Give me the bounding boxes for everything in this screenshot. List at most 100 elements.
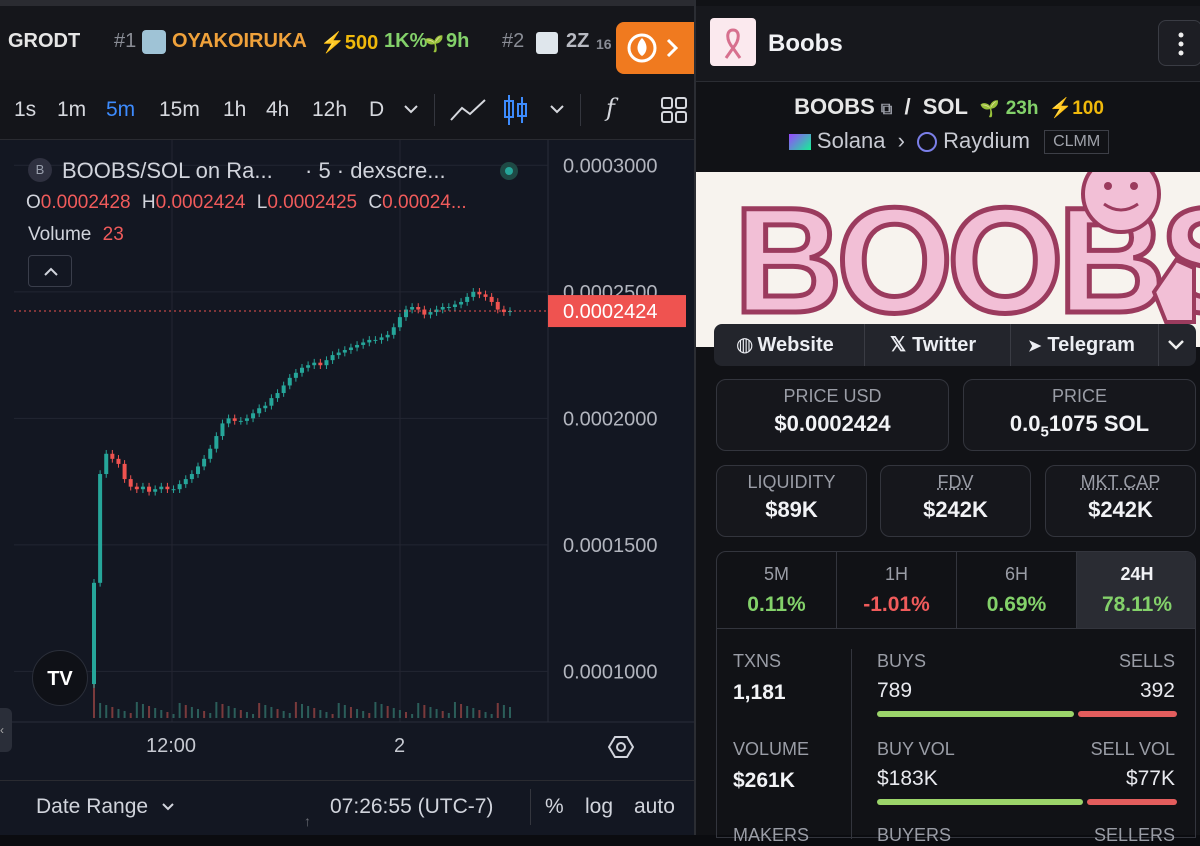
volume-bar bbox=[190, 707, 193, 718]
mcap-label[interactable]: MKT CAP bbox=[1046, 472, 1195, 493]
candle-body bbox=[477, 291, 482, 295]
tab-change-1h[interactable]: 1H -1.01% bbox=[837, 552, 957, 628]
interval-1m[interactable]: 1m bbox=[57, 98, 86, 122]
log-toggle[interactable]: log bbox=[585, 795, 613, 819]
candle-body bbox=[104, 453, 109, 475]
change-label: 5M bbox=[763, 564, 789, 584]
pair-separator: / bbox=[904, 94, 911, 119]
buys-label: BUYS bbox=[877, 651, 927, 671]
tradingview-logo[interactable]: TV bbox=[32, 650, 88, 706]
change-value: 78.11% bbox=[1101, 593, 1173, 616]
price-chart[interactable]: 0.0003000 0.0002500 0.0002000 0.0001500 0.00… bbox=[0, 140, 694, 780]
tab-change-5m[interactable]: 5M 0.11% bbox=[717, 552, 837, 628]
chevron-down-icon[interactable] bbox=[160, 799, 176, 815]
chevron-down-icon[interactable] bbox=[1166, 336, 1186, 354]
candle-body bbox=[428, 312, 433, 315]
candle-body bbox=[214, 436, 219, 449]
trending-fire-button[interactable] bbox=[616, 22, 694, 74]
expand-left-handle[interactable]: ‹ bbox=[0, 708, 12, 752]
volume-bar bbox=[435, 709, 438, 718]
auto-toggle[interactable]: auto bbox=[634, 795, 675, 819]
candle-body bbox=[446, 307, 451, 309]
txns-label: TXNS bbox=[733, 651, 782, 671]
candle-body bbox=[373, 339, 378, 341]
candle-body bbox=[471, 291, 476, 297]
more-menu-button[interactable] bbox=[1158, 20, 1200, 66]
candle-body bbox=[410, 307, 415, 310]
volume-bar bbox=[411, 714, 414, 718]
settings-hex-icon[interactable] bbox=[608, 734, 634, 760]
telegram-icon: ➤ bbox=[1028, 338, 1042, 355]
bottom-divider bbox=[530, 789, 531, 825]
buy-vol-value: $183K bbox=[877, 767, 938, 790]
interval-4h[interactable]: 4h bbox=[266, 98, 289, 122]
chart-toolbar: 1s 1m 5m 15m 1h 4h 12h D f bbox=[0, 80, 694, 140]
volume-bar bbox=[441, 711, 444, 718]
volume-bar bbox=[99, 703, 102, 718]
volume-bar bbox=[496, 703, 499, 718]
interval-15m[interactable]: 15m bbox=[159, 98, 200, 122]
volume-bar bbox=[166, 712, 169, 718]
candlestick-icon[interactable] bbox=[502, 92, 530, 128]
twitter-link[interactable]: 𝕏 Twitter bbox=[890, 324, 976, 366]
volume-bar bbox=[331, 714, 334, 718]
fdv-label[interactable]: FDV bbox=[881, 472, 1030, 493]
change-value: 0.11% bbox=[747, 593, 806, 616]
candle-body bbox=[183, 479, 188, 485]
mcap-card: MKT CAP $242K bbox=[1045, 465, 1196, 537]
ticker-symbol-2[interactable]: 2Z bbox=[566, 30, 589, 53]
indicators-fx-icon[interactable]: f bbox=[606, 94, 615, 122]
telegram-link[interactable]: ➤ Telegram bbox=[1028, 324, 1135, 366]
website-label: Website bbox=[757, 334, 834, 356]
liquidity-value: $89K bbox=[765, 497, 818, 522]
ticker-symbol-1[interactable]: OYAKOIRUKA bbox=[172, 30, 307, 53]
banner-art: BOOBS bbox=[732, 172, 1200, 347]
clock-time[interactable]: 07:26:55 (UTC-7) bbox=[330, 795, 493, 819]
tab-change-6h[interactable]: 6H 0.69% bbox=[957, 552, 1077, 628]
percent-toggle[interactable]: % bbox=[545, 795, 564, 819]
chevron-down-icon[interactable] bbox=[548, 100, 566, 118]
chain-name[interactable]: Solana bbox=[817, 128, 886, 153]
volume-bar bbox=[197, 709, 199, 718]
candle-body bbox=[134, 486, 139, 490]
volume-bar bbox=[453, 702, 456, 718]
globe-icon: ◍ bbox=[736, 334, 754, 356]
pair-boost[interactable]: ⚡100 bbox=[1049, 98, 1104, 119]
kebab-icon bbox=[1178, 32, 1184, 56]
ohlc-low-label: L bbox=[256, 192, 268, 213]
layout-grid-icon[interactable] bbox=[660, 96, 688, 124]
sell-vol-value: $77K bbox=[1125, 767, 1175, 790]
interval-1h[interactable]: 1h bbox=[223, 98, 246, 122]
interval-5m[interactable]: 5m bbox=[106, 98, 135, 122]
volume-bar bbox=[349, 707, 352, 718]
seedling-icon: 🌱 bbox=[979, 101, 1000, 118]
token-info-panel: Boobs BOOBS ⧉ / SOL 🌱 23h ⚡100 Solana › … bbox=[694, 0, 1200, 845]
collapse-legend-button[interactable] bbox=[28, 255, 72, 287]
arrow-up-icon[interactable]: ↑ bbox=[304, 813, 311, 829]
candle-body bbox=[489, 296, 494, 302]
candle-body bbox=[196, 466, 200, 475]
volume-bar bbox=[509, 707, 511, 718]
volume-bar bbox=[374, 702, 377, 718]
website-link[interactable]: ◍ Website bbox=[736, 324, 834, 366]
interval-1s[interactable]: 1s bbox=[14, 98, 36, 122]
candle-body bbox=[312, 362, 317, 366]
candle-body bbox=[159, 486, 164, 490]
copy-icon[interactable]: ⧉ bbox=[881, 101, 892, 118]
candle-body bbox=[416, 307, 421, 310]
volume-bar bbox=[123, 711, 126, 718]
candle-body bbox=[171, 489, 176, 491]
ticker-symbol-left[interactable]: GRODT bbox=[8, 30, 80, 53]
volume-bar bbox=[356, 709, 359, 718]
interval-12h[interactable]: 12h bbox=[312, 98, 347, 122]
candle-body bbox=[342, 350, 347, 353]
solana-icon bbox=[788, 134, 811, 151]
tab-change-24h[interactable]: 24H 78.11% bbox=[1077, 552, 1195, 628]
dex-name[interactable]: Raydium bbox=[943, 128, 1030, 153]
date-range-button[interactable]: Date Range bbox=[36, 795, 148, 819]
chevron-down-icon[interactable] bbox=[402, 100, 420, 118]
interval-d[interactable]: D bbox=[369, 98, 384, 122]
volume-bar bbox=[398, 710, 401, 718]
line-chart-icon[interactable] bbox=[448, 96, 488, 124]
candle-body bbox=[122, 463, 127, 480]
